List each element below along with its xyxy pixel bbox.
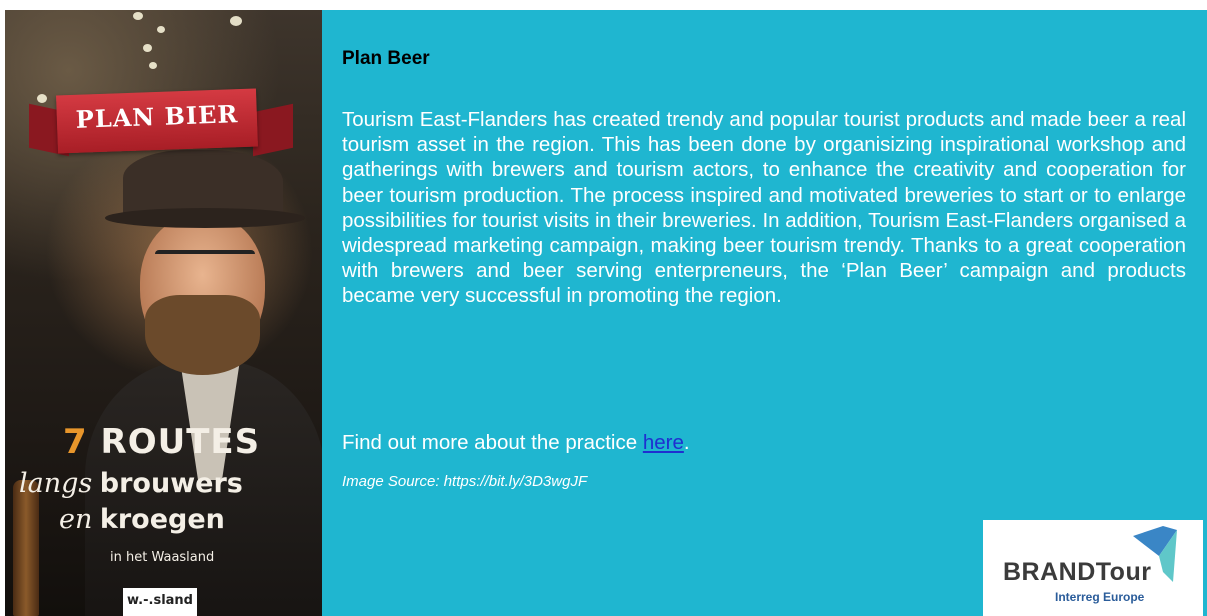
beer-bottle bbox=[13, 480, 39, 616]
bokeh-light bbox=[143, 44, 152, 52]
more-suffix: . bbox=[683, 431, 690, 454]
section-title: Plan Beer bbox=[342, 48, 430, 69]
routes-word: ROUTES bbox=[100, 422, 261, 462]
poster-kroegen-line: en kroegen bbox=[59, 504, 225, 535]
image-source-caption: Image Source: https://bit.ly/3D3wgJF bbox=[342, 473, 588, 490]
poster-routes: 7 ROUTES bbox=[63, 422, 260, 462]
find-out-more-line: Find out more about the practice here. bbox=[342, 431, 690, 455]
person-beard bbox=[145, 295, 260, 375]
routes-number: 7 bbox=[63, 422, 88, 462]
poster-langs-line: langs brouwers bbox=[19, 468, 243, 499]
poster-waasland: in het Waasland bbox=[110, 550, 215, 565]
person-glasses bbox=[155, 250, 255, 274]
brandtour-name: BRANDTour bbox=[1003, 558, 1152, 586]
bokeh-light bbox=[230, 16, 242, 26]
more-prefix: Find out more about the practice bbox=[342, 431, 643, 454]
person-hat-brim bbox=[105, 208, 305, 228]
en-word: en bbox=[59, 504, 93, 535]
ribbon-tail-right bbox=[253, 103, 293, 157]
bokeh-light bbox=[157, 26, 165, 33]
brandtour-logo: BRANDTour Interreg Europe bbox=[983, 520, 1203, 616]
bokeh-light bbox=[149, 62, 157, 69]
langs-word: langs bbox=[19, 468, 93, 499]
body-paragraph: Tourism East-Flanders has created trendy… bbox=[342, 108, 1186, 308]
brouwers-word: brouwers bbox=[99, 468, 243, 499]
kroegen-word: kroegen bbox=[99, 504, 225, 535]
here-link[interactable]: here bbox=[643, 431, 684, 454]
bokeh-light bbox=[37, 94, 47, 103]
poster-image: PLAN BIER 7 ROUTES langs brouwers en kro… bbox=[5, 10, 322, 616]
bokeh-light bbox=[133, 12, 143, 20]
interreg-label: Interreg Europe bbox=[1055, 590, 1145, 604]
waasland-logo: w.-.sland bbox=[123, 588, 197, 616]
